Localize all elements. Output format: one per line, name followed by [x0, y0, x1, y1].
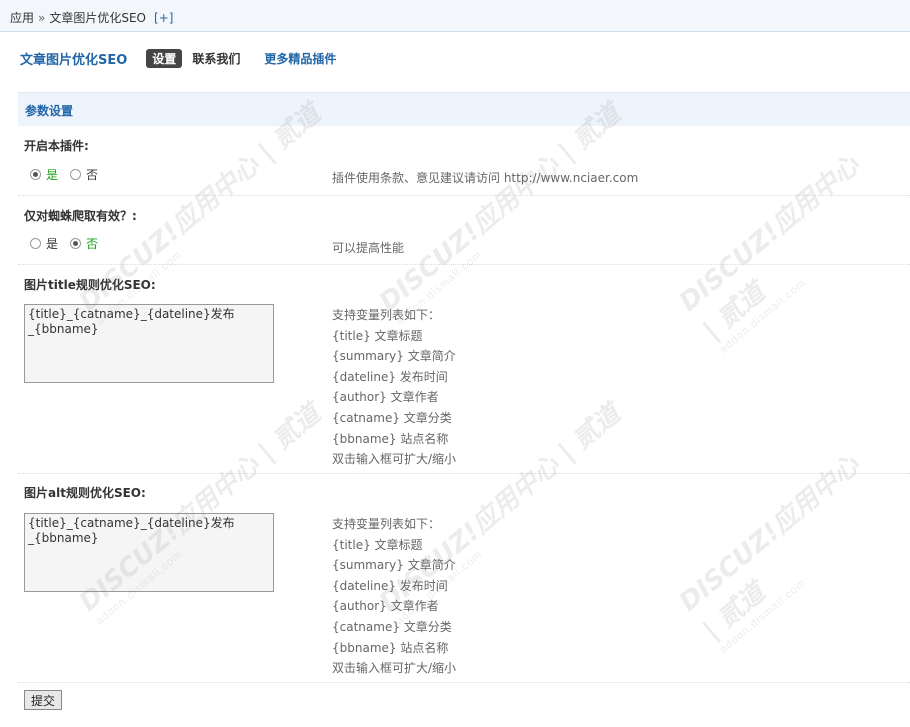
help-line: 双击输入框可扩大/缩小: [332, 452, 457, 467]
help-line: {catname} 文章分类: [332, 619, 452, 634]
enable-yes-radio[interactable]: [30, 169, 41, 180]
row-divider: [18, 264, 910, 265]
spider-only-hint: 可以提高性能: [332, 241, 405, 255]
breadcrumb: 应用 » 文章图片优化SEO [+]: [10, 9, 173, 26]
breadcrumb-root[interactable]: 应用: [10, 11, 34, 25]
alt-rule-input[interactable]: {title}_{catname}_{dateline}发布_{bbname}: [24, 513, 274, 592]
help-line: {dateline} 发布时间: [332, 369, 448, 384]
help-line: {catname} 文章分类: [332, 410, 452, 425]
tab-more-plugins[interactable]: 更多精品插件: [264, 50, 336, 67]
section-header: 参数设置: [18, 92, 910, 126]
watermark: DISCUZ!应用中心 | 贰道addon.dismall.com: [673, 450, 866, 656]
spider-no-label[interactable]: 否: [86, 235, 98, 252]
help-line: {bbname} 站点名称: [332, 640, 449, 655]
add-shortcut-link[interactable]: [+]: [154, 11, 173, 25]
alt-rule-help: 支持变量列表如下： {title} 文章标题 {summary} 文章简介 {d…: [332, 514, 456, 679]
enable-plugin-radio-group: 是 否: [30, 166, 110, 183]
section-title: 参数设置: [25, 104, 74, 118]
alt-rule-label: 图片alt规则优化SEO:: [24, 486, 146, 500]
help-line: {bbname} 站点名称: [332, 431, 449, 446]
watermark: DISCUZ!应用中心 | 贰道addon.dismall.com: [73, 398, 327, 628]
help-line: 支持变量列表如下：: [332, 517, 441, 531]
title-rule-label: 图片title规则优化SEO:: [24, 278, 156, 292]
title-rule-input[interactable]: {title}_{catname}_{dateline}发布_{bbname}: [24, 304, 274, 383]
spider-no-radio[interactable]: [70, 238, 82, 249]
watermark: DISCUZ!应用中心 | 贰道addon.dismall.com: [673, 150, 866, 356]
help-line: {summary} 文章简介: [332, 558, 456, 573]
enable-no-label[interactable]: 否: [86, 166, 98, 183]
title-rule-help: 支持变量列表如下： {title} 文章标题 {summary} 文章简介 {d…: [332, 305, 456, 470]
enable-no-radio[interactable]: [70, 169, 82, 180]
submit-button[interactable]: 提交: [24, 690, 63, 710]
enable-plugin-hint: 插件使用条款、意见建议请访问 http://www.nciaer.com: [332, 171, 639, 185]
plugin-header: 文章图片优化SEO 设置 联系我们 更多精品插件: [20, 48, 336, 68]
spider-yes-label[interactable]: 是: [46, 235, 58, 252]
spider-only-radio-group: 是 否: [30, 235, 110, 252]
help-line: 支持变量列表如下：: [332, 308, 441, 322]
breadcrumb-separator: »: [38, 11, 46, 25]
help-line: 双击输入框可扩大/缩小: [332, 661, 457, 676]
row-divider: [18, 473, 910, 474]
help-line: {title} 文章标题: [332, 328, 423, 343]
tab-contact[interactable]: 联系我们: [192, 50, 240, 67]
row-divider: [18, 682, 910, 683]
enable-plugin-label: 开启本插件:: [24, 139, 89, 153]
help-line: {dateline} 发布时间: [332, 578, 448, 593]
tab-settings[interactable]: 设置: [146, 48, 183, 68]
enable-yes-label[interactable]: 是: [46, 166, 58, 183]
row-divider: [18, 195, 910, 196]
breadcrumb-bar: 应用 » 文章图片优化SEO [+]: [0, 0, 910, 32]
plugin-title: 文章图片优化SEO: [20, 52, 128, 68]
help-line: {author} 文章作者: [332, 599, 439, 614]
spider-only-label: 仅对蜘蛛爬取有效？:: [24, 209, 137, 223]
watermark: DISCUZ!应用中心 | 贰道addon.dismall.com: [373, 98, 627, 328]
help-line: {author} 文章作者: [332, 390, 439, 405]
breadcrumb-current[interactable]: 文章图片优化SEO: [49, 11, 146, 25]
help-line: {summary} 文章简介: [332, 349, 456, 364]
spider-yes-radio[interactable]: [30, 238, 41, 249]
help-line: {title} 文章标题: [332, 537, 423, 552]
